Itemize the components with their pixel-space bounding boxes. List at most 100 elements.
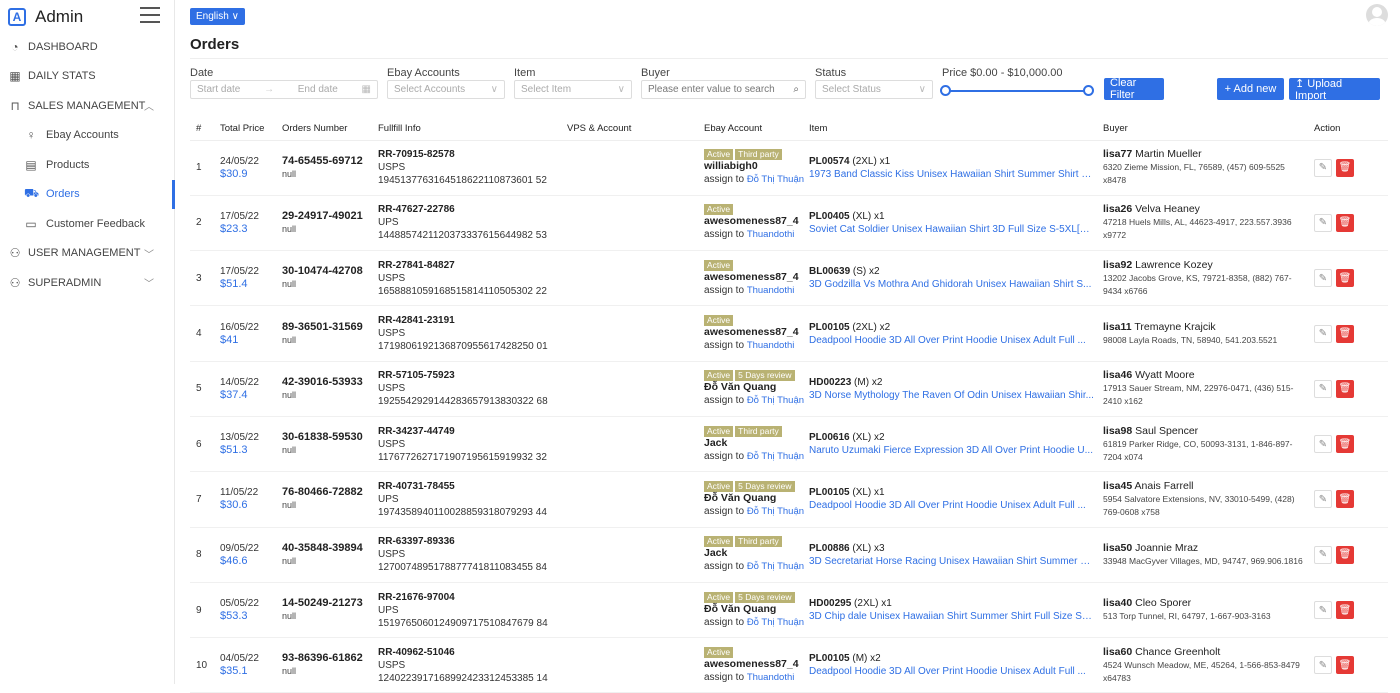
- sidebar-item-daily-stats[interactable]: ▦ DAILY STATS: [0, 62, 174, 92]
- edit-icon[interactable]: ✎: [1314, 656, 1332, 675]
- avatar[interactable]: [1366, 4, 1388, 26]
- buyer-name: lisa40 Cleo Sporer: [1103, 597, 1306, 610]
- carrier: UPS: [378, 217, 399, 229]
- delete-icon[interactable]: 🗑: [1336, 545, 1354, 564]
- item-title-link[interactable]: 3D Norse Mythology The Raven Of Odin Uni…: [809, 389, 1095, 402]
- buyer-address: 61819 Parker Ridge, CO, 50093-3131, 1-84…: [1103, 438, 1293, 462]
- delete-icon[interactable]: 🗑: [1336, 324, 1354, 343]
- buyer-id: lisa40: [1103, 597, 1133, 610]
- sidebar-item-label: Ebay Accounts: [46, 129, 119, 142]
- status-badge: Third party: [735, 536, 782, 548]
- sidebar-item-sales-management[interactable]: ⊓ SALES MANAGEMENT ︿: [0, 91, 174, 121]
- sidebar-item-dashboard[interactable]: ◔ DASHBOARD: [0, 32, 174, 62]
- order-number-cell: 89-36501-31569 null: [278, 305, 374, 362]
- ebay-account-cell: Active Third party Jack assign to Đỗ Thị …: [700, 416, 805, 473]
- col-orders-number: Orders Number: [278, 118, 374, 141]
- delete-icon[interactable]: 🗑: [1336, 490, 1354, 509]
- item-cell: PL00405 (XL) x1 Soviet Cat Soldier Unise…: [805, 195, 1099, 252]
- fullfill-cell: RR-40962-51046 USPS 12402239171689924233…: [374, 637, 563, 693]
- edit-icon[interactable]: ✎: [1314, 490, 1332, 509]
- item-title-link[interactable]: 1973 Band Classic Kiss Unisex Hawaiian S…: [809, 168, 1095, 181]
- assignee-link[interactable]: Thuandothi: [747, 285, 795, 296]
- tracking-code: 1270074895178877741811083455 84: [378, 562, 547, 574]
- price-slider[interactable]: [940, 85, 1094, 96]
- tracking-code: 1240223917168992423312453385 14: [378, 672, 548, 684]
- order-date: 04/05/22: [220, 653, 259, 665]
- buyer-search-input[interactable]: Please enter value to search ⌕: [641, 80, 806, 99]
- item-title-link[interactable]: 3D Godzilla Vs Mothra And Ghidorah Unise…: [809, 278, 1095, 291]
- table-row: 1 24/05/22 $30.9 74-65455-69712 null RR-…: [190, 140, 1388, 196]
- ebay-account-cell: Active awesomeness87_4 assign to Thuando…: [700, 637, 805, 693]
- menu-toggle-icon[interactable]: [140, 7, 160, 28]
- item-title-link[interactable]: Deadpool Hoodie 3D All Over Print Hoodie…: [809, 334, 1095, 347]
- assignee-link[interactable]: Thuandothi: [747, 340, 795, 351]
- order-number-cell: 93-86396-61862 null: [278, 637, 374, 693]
- badges: Active Third party: [704, 149, 801, 161]
- upload-import-button[interactable]: ↥ Upload Import: [1289, 78, 1380, 102]
- edit-icon[interactable]: ✎: [1314, 435, 1332, 454]
- language-select[interactable]: English ∨: [190, 8, 245, 25]
- item-title-link[interactable]: 3D Secretariat Horse Racing Unisex Hawai…: [809, 555, 1095, 568]
- edit-icon[interactable]: ✎: [1314, 158, 1332, 177]
- order-date: 24/05/22: [220, 155, 259, 167]
- ebay-account-cell: Active awesomeness87_4 assign to Thuando…: [700, 195, 805, 252]
- carrier: USPS: [378, 659, 406, 671]
- item-title-link[interactable]: 3D Chip dale Unisex Hawaiian Shirt Summe…: [809, 610, 1095, 623]
- item-title-link[interactable]: Deadpool Hoodie 3D All Over Print Hoodie…: [809, 665, 1095, 678]
- buyer-name: lisa92 Lawrence Kozey: [1103, 259, 1306, 272]
- date-range-input[interactable]: Start date → End date ▦: [190, 80, 378, 99]
- assignee-link[interactable]: Đỗ Thị Thuận: [747, 395, 804, 406]
- delete-icon[interactable]: 🗑: [1336, 435, 1354, 454]
- delete-icon[interactable]: 🗑: [1336, 213, 1354, 232]
- item-title-link[interactable]: Deadpool Hoodie 3D All Over Print Hoodie…: [809, 499, 1095, 512]
- sku: PL00405: [809, 210, 850, 222]
- edit-icon[interactable]: ✎: [1314, 601, 1332, 620]
- delete-icon[interactable]: 🗑: [1336, 269, 1354, 288]
- chevron-up-icon: ︿: [144, 102, 154, 114]
- item-sku: PL00616 (XL) x2: [809, 431, 1095, 444]
- assignee-link[interactable]: Thuandothi: [747, 672, 795, 683]
- order-date: 05/05/22: [220, 598, 259, 610]
- price-cell: 09/05/22 $46.6: [216, 527, 278, 583]
- item-select[interactable]: Select Item ∨: [514, 80, 632, 99]
- assignee-link[interactable]: Đỗ Thị Thuận: [747, 451, 804, 462]
- delete-icon[interactable]: 🗑: [1336, 379, 1354, 398]
- assignee-link[interactable]: Đỗ Thị Thuận: [747, 561, 804, 572]
- sidebar-item-superadmin[interactable]: ⚇ SUPERADMIN ﹀: [0, 268, 174, 298]
- order-number-cell: 74-65455-69712 null: [278, 140, 374, 196]
- status-badge: 5 Days review: [735, 591, 795, 603]
- buyer-cell: lisa40 Cleo Sporer 513 Torp Tunnel, RI, …: [1099, 582, 1310, 639]
- assignment: assign to Thuandothi: [704, 671, 801, 684]
- edit-icon[interactable]: ✎: [1314, 269, 1332, 288]
- assignee-link[interactable]: Đỗ Thị Thuận: [747, 617, 804, 628]
- buyer-name: lisa46 Wyatt Moore: [1103, 369, 1306, 382]
- accounts-select[interactable]: Select Accounts ∨: [387, 80, 505, 99]
- clear-filter-button[interactable]: Clear Filter: [1104, 77, 1164, 101]
- slider-handle-min[interactable]: [940, 85, 951, 96]
- edit-icon[interactable]: ✎: [1314, 545, 1332, 564]
- assignee-link[interactable]: Đỗ Thị Thuận: [747, 174, 804, 185]
- fullfill-cell: RR-27841-84827 USPS 16588810591685158141…: [374, 250, 563, 307]
- sidebar-item-user-management[interactable]: ⚇ USER MANAGEMENT ﹀: [0, 239, 174, 269]
- item-title-link[interactable]: Soviet Cat Soldier Unisex Hawaiian Shirt…: [809, 223, 1095, 236]
- add-new-button[interactable]: + Add new: [1217, 78, 1284, 100]
- delete-icon[interactable]: 🗑: [1336, 656, 1354, 675]
- slider-handle-max[interactable]: [1083, 85, 1094, 96]
- sidebar-item-ebay-accounts[interactable]: ♀ Ebay Accounts: [0, 121, 174, 151]
- item-cell: HD00295 (2XL) x1 3D Chip dale Unisex Haw…: [805, 582, 1099, 639]
- buyer-fullname: Anais Farrell: [1134, 479, 1194, 492]
- item-title-link[interactable]: Naruto Uzumaki Fierce Expression 3D All …: [809, 444, 1095, 457]
- sidebar-item-orders[interactable]: ⛟ Orders: [0, 179, 175, 210]
- edit-icon[interactable]: ✎: [1314, 213, 1332, 232]
- sidebar-item-customer-feedback[interactable]: ▭ Customer Feedback: [0, 209, 174, 239]
- sidebar-item-products[interactable]: ▤ Products: [0, 150, 174, 180]
- delete-icon[interactable]: 🗑: [1336, 158, 1354, 177]
- table-header-row: # Total Price Orders Number Fullfill Inf…: [190, 118, 1388, 141]
- edit-icon[interactable]: ✎: [1314, 379, 1332, 398]
- status-select[interactable]: Select Status ∨: [815, 80, 933, 99]
- assignee-link[interactable]: Đỗ Thị Thuận: [747, 506, 804, 517]
- assignee-link[interactable]: Thuandothi: [747, 229, 795, 240]
- delete-icon[interactable]: 🗑: [1336, 601, 1354, 620]
- assign-prefix: assign to: [704, 505, 745, 517]
- edit-icon[interactable]: ✎: [1314, 324, 1332, 343]
